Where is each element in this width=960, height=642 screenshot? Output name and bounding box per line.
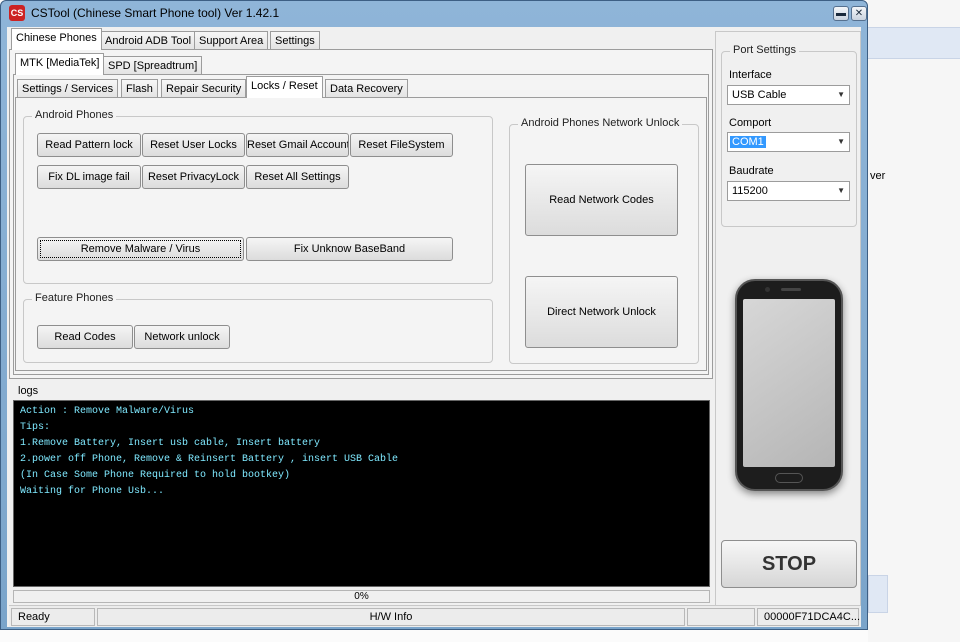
title-bar[interactable]: CS CSTool (Chinese Smart Phone tool) Ver… bbox=[1, 1, 867, 26]
background-panel bbox=[868, 575, 888, 613]
device-serial: 00000F71DCA4C... bbox=[757, 608, 860, 626]
chevron-down-icon[interactable]: ▼ bbox=[837, 133, 845, 151]
tab-settings-services[interactable]: Settings / Services bbox=[17, 79, 119, 98]
read-pattern-lock-button[interactable]: Read Pattern lock bbox=[37, 133, 141, 157]
group-title: Port Settings bbox=[730, 44, 799, 56]
comport-label: Comport bbox=[729, 117, 772, 129]
baudrate-label: Baudrate bbox=[729, 165, 774, 177]
log-line: 2.power off Phone, Remove & Reinsert Bat… bbox=[20, 454, 399, 465]
group-title: Feature Phones bbox=[32, 292, 117, 304]
hw-info: H/W Info bbox=[97, 608, 685, 626]
network-unlock-button[interactable]: Network unlock bbox=[134, 325, 230, 349]
reset-gmail-account-button[interactable]: Reset Gmail Account bbox=[246, 133, 349, 157]
progress-bar: 0% bbox=[13, 590, 710, 603]
baudrate-select[interactable]: 115200 ▼ bbox=[727, 181, 850, 201]
tab-data-recovery[interactable]: Data Recovery bbox=[325, 79, 408, 98]
reset-all-settings-button[interactable]: Reset All Settings bbox=[246, 165, 349, 189]
window-title: CSTool (Chinese Smart Phone tool) Ver 1.… bbox=[31, 6, 280, 20]
logs-label: logs bbox=[18, 385, 39, 397]
tab-settings[interactable]: Settings bbox=[270, 31, 320, 50]
interface-label: Interface bbox=[729, 69, 772, 81]
interface-value: USB Cable bbox=[732, 89, 787, 101]
tab-repair-security[interactable]: Repair Security bbox=[161, 79, 247, 98]
progress-text: 0% bbox=[354, 591, 369, 602]
log-console[interactable]: Action : Remove Malware/Virus Tips: 1.Re… bbox=[13, 400, 710, 587]
app-window: CS CSTool (Chinese Smart Phone tool) Ver… bbox=[0, 0, 868, 630]
status-spacer bbox=[687, 608, 755, 626]
tab-spd[interactable]: SPD [Spreadtrum] bbox=[103, 56, 203, 75]
phone-screen bbox=[743, 299, 835, 467]
tab-chinese-phones[interactable]: Chinese Phones bbox=[11, 28, 102, 50]
log-line: Tips: bbox=[20, 422, 51, 433]
chevron-down-icon[interactable]: ▼ bbox=[837, 86, 845, 104]
background-text: ver bbox=[870, 170, 886, 182]
camera-icon bbox=[765, 287, 770, 292]
chevron-down-icon[interactable]: ▼ bbox=[837, 182, 845, 200]
tab-android-adb-tool[interactable]: Android ADB Tool bbox=[100, 31, 197, 50]
minimize-icon[interactable]: ▬ bbox=[833, 6, 849, 21]
baudrate-value: 115200 bbox=[732, 185, 768, 197]
read-codes-button[interactable]: Read Codes bbox=[37, 325, 133, 349]
app-icon[interactable]: CS bbox=[9, 5, 25, 21]
comport-select[interactable]: COM1 ▼ bbox=[727, 132, 850, 152]
group-title: Android Phones bbox=[32, 109, 117, 121]
fix-dl-image-fail-button[interactable]: Fix DL image fail bbox=[37, 165, 141, 189]
log-line: Waiting for Phone Usb... bbox=[20, 486, 165, 497]
tab-mtk[interactable]: MTK [MediaTek] bbox=[15, 53, 105, 75]
phone-image bbox=[735, 279, 843, 491]
tab-support-area[interactable]: Support Area bbox=[194, 31, 269, 50]
direct-network-unlock-button[interactable]: Direct Network Unlock bbox=[525, 276, 678, 348]
fix-unknow-baseband-button[interactable]: Fix Unknow BaseBand bbox=[246, 237, 453, 261]
reset-user-locks-button[interactable]: Reset User Locks bbox=[142, 133, 245, 157]
remove-malware-virus-button[interactable]: Remove Malware / Virus bbox=[37, 237, 244, 261]
log-line: (In Case Some Phone Required to hold boo… bbox=[20, 470, 291, 481]
log-line: Action : Remove Malware/Virus bbox=[20, 406, 195, 417]
reset-privacylock-button[interactable]: Reset PrivacyLock bbox=[142, 165, 245, 189]
read-network-codes-button[interactable]: Read Network Codes bbox=[525, 164, 678, 236]
tab-locks-reset[interactable]: Locks / Reset bbox=[246, 76, 323, 98]
stop-button[interactable]: STOP bbox=[721, 540, 857, 588]
background-window: ver bbox=[868, 0, 960, 642]
reset-filesystem-button[interactable]: Reset FileSystem bbox=[350, 133, 453, 157]
close-icon[interactable]: ✕ bbox=[851, 6, 867, 21]
comport-value: COM1 bbox=[730, 136, 766, 148]
background-panel bbox=[868, 27, 960, 59]
speaker-icon bbox=[781, 288, 801, 291]
status-bar: Ready H/W Info 00000F71DCA4C... bbox=[9, 605, 861, 627]
group-title: Android Phones Network Unlock bbox=[518, 117, 683, 129]
status-state: Ready bbox=[11, 608, 95, 626]
home-key-icon bbox=[775, 473, 803, 483]
tab-flash[interactable]: Flash bbox=[121, 79, 158, 98]
log-line: 1.Remove Battery, Insert usb cable, Inse… bbox=[20, 438, 321, 449]
interface-select[interactable]: USB Cable ▼ bbox=[727, 85, 850, 105]
